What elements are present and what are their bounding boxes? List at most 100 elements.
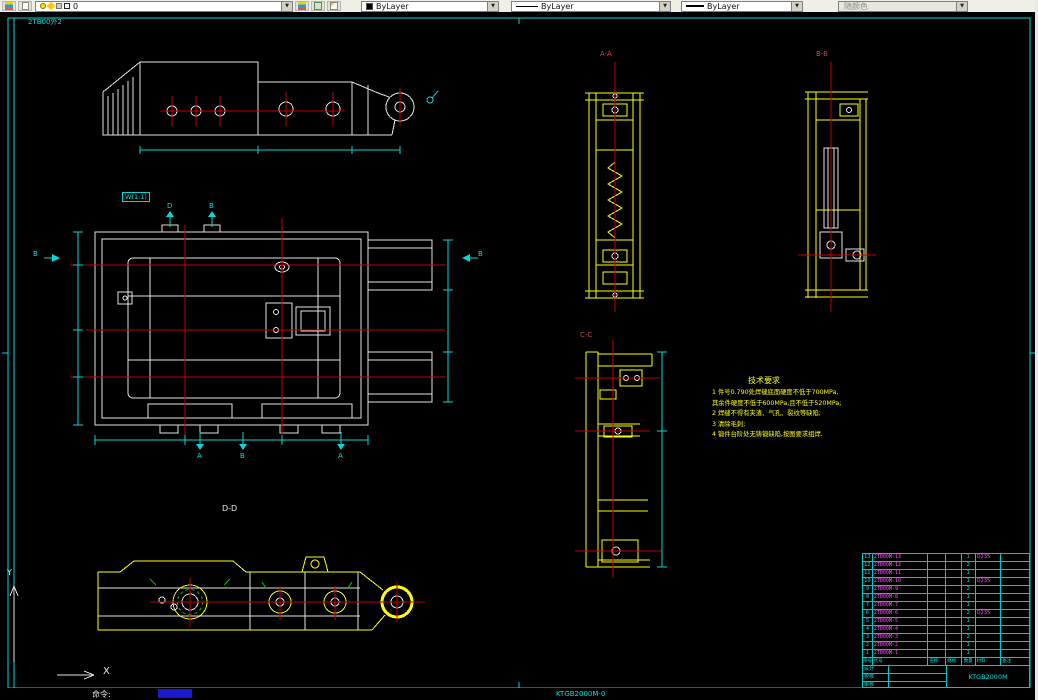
- layer-on-icon: [40, 3, 46, 9]
- chevron-down-icon[interactable]: ▼: [659, 1, 670, 11]
- bom-cell: [976, 626, 1002, 633]
- bom-cell: [1001, 626, 1029, 633]
- bom-cell: 1: [962, 578, 976, 585]
- chevron-down-icon[interactable]: ▼: [487, 1, 498, 11]
- lineweight-sample-icon: [686, 5, 704, 7]
- bom-cell: [928, 602, 946, 609]
- bom-cell: 1: [962, 650, 976, 657]
- bom-cell: [946, 570, 962, 577]
- command-prompt[interactable]: 命令:: [92, 689, 111, 700]
- table-row: 7 2TB00M-7 1: [863, 602, 1029, 610]
- section-mark-b-right: B: [478, 250, 483, 258]
- table-row: 8 2TB00M-8 1: [863, 594, 1029, 602]
- title-block-value: [889, 666, 946, 673]
- bom-cell: 名称: [928, 658, 946, 665]
- table-row: 12 2TB00M-12 2: [863, 562, 1029, 570]
- bom-cell: 2: [863, 642, 873, 649]
- plot-style-combo[interactable]: 随颜色 ▼: [838, 0, 968, 12]
- bom-cell: [976, 650, 1002, 657]
- bom-cell: [946, 610, 962, 617]
- layer-value: 0: [73, 1, 79, 11]
- bom-cell: [928, 562, 946, 569]
- layer-states-button[interactable]: [18, 1, 32, 11]
- bom-cell: 规格: [946, 658, 962, 665]
- title-block: 设计 校核 审核 KTGB2000M: [863, 666, 1029, 689]
- title-block-left: 设计 校核 审核: [863, 666, 947, 689]
- section-mark-b-left: B: [33, 250, 38, 258]
- bom-cell: [976, 618, 1002, 625]
- bom-cell: 2TB00M-3: [873, 634, 929, 641]
- ucs-y-label: Y: [7, 568, 12, 577]
- table-row: 5 2TB00M-5 1: [863, 618, 1029, 626]
- bom-cell: [928, 554, 946, 561]
- layer-combo[interactable]: 0 ▼: [35, 0, 293, 12]
- tech-notes: 技术要求 1 件号0.790处焊缝底面硬度不低于700MPa, 其余件硬度不低于…: [712, 375, 882, 441]
- title-block-value: [889, 674, 946, 681]
- linetype-sample-icon: [516, 5, 538, 7]
- bom-cell: 1: [962, 570, 976, 577]
- bom-cell: [1001, 634, 1029, 641]
- bom-cell: [976, 562, 1002, 569]
- layer-translate-button[interactable]: [327, 1, 341, 11]
- bom-cell: [946, 618, 962, 625]
- bom-cell: 2TB00M-10: [873, 578, 929, 585]
- bom-table: 13 2TB00M-13 1 Q235 12 2TB00M-12 2 11 2TB00M-11 1…: [862, 553, 1030, 689]
- drawing-canvas[interactable]: 2TB00外2 W(1:1) D-D A-A B-B C-C D B B B A…: [0, 12, 1038, 689]
- chevron-down-icon[interactable]: ▼: [791, 1, 802, 11]
- bom-cell: [1001, 586, 1029, 593]
- bom-cell: [946, 626, 962, 633]
- bom-cell: Q235: [976, 554, 1002, 561]
- bom-cell: [946, 554, 962, 561]
- bom-cell: [928, 594, 946, 601]
- bom-cell: 代号: [873, 658, 929, 665]
- bom-cell: [928, 586, 946, 593]
- bom-cell: 1: [962, 602, 976, 609]
- bom-cell: 序号: [863, 658, 873, 665]
- chevron-down-icon[interactable]: ▼: [281, 1, 292, 11]
- bom-cell: [946, 642, 962, 649]
- table-row: 3 2TB00M-3 2: [863, 634, 1029, 642]
- bom-cell: 7: [863, 602, 873, 609]
- table-row: 4 2TB00M-4 1: [863, 626, 1029, 634]
- plot-style-value: 随颜色: [844, 1, 868, 11]
- bom-cell: 1: [863, 650, 873, 657]
- app-window: 0 ▼ ByLayer ▼ ByLayer ▼ ByLayer ▼ 随颜色 ▼: [0, 0, 1038, 700]
- layer-color-icon: [64, 3, 70, 9]
- detail-view-label: W(1:1): [122, 192, 150, 202]
- section-label-bb: B-B: [816, 50, 828, 58]
- table-row: 10 2TB00M-10 1 Q235: [863, 578, 1029, 586]
- color-combo[interactable]: ByLayer ▼: [361, 0, 499, 12]
- layer-sheet-icon: [21, 2, 29, 10]
- bom-cell: [928, 618, 946, 625]
- bom-cell: 2TB00M-6: [873, 610, 929, 617]
- make-object-layer-current-button[interactable]: [295, 1, 309, 11]
- chevron-down-icon[interactable]: ▼: [956, 1, 967, 11]
- bom-cell: 2TB00M-5: [873, 618, 929, 625]
- layer-previous-icon: [314, 2, 322, 10]
- title-block-row: 设计: [863, 666, 946, 674]
- bom-cell: [946, 578, 962, 585]
- bom-cell: 5: [863, 618, 873, 625]
- bom-cell: 2TB00M-12: [873, 562, 929, 569]
- layer-previous-button[interactable]: [311, 1, 325, 11]
- bom-rows: 13 2TB00M-13 1 Q235 12 2TB00M-12 2 11 2TB00M-11 1…: [863, 554, 1029, 658]
- bom-cell: 1: [962, 618, 976, 625]
- bom-cell: 2TB00M-8: [873, 594, 929, 601]
- layer-freeze-icon: [46, 1, 56, 11]
- lineweight-combo[interactable]: ByLayer ▼: [681, 0, 803, 12]
- section-mark-b-bottom: B: [240, 452, 245, 460]
- bom-cell: 2TB00M-13: [873, 554, 929, 561]
- bom-cell: 2TB00M-4: [873, 626, 929, 633]
- bom-cell: [1001, 602, 1029, 609]
- section-label-aa: A-A: [600, 50, 612, 58]
- section-mark-b-top: B: [209, 202, 214, 210]
- linetype-combo[interactable]: ByLayer ▼: [511, 0, 671, 12]
- bom-cell: [928, 626, 946, 633]
- layer-properties-manager-button[interactable]: [2, 1, 16, 11]
- ucs-x-label: X: [103, 666, 110, 677]
- bom-cell: [928, 578, 946, 585]
- bom-cell: [928, 610, 946, 617]
- note-line: 1 件号0.790处焊缝底面硬度不低于700MPa,: [712, 389, 839, 396]
- command-bar[interactable]: 命令: KTGB2000M-0: [0, 688, 1038, 700]
- bom-cell: Q235: [976, 610, 1002, 617]
